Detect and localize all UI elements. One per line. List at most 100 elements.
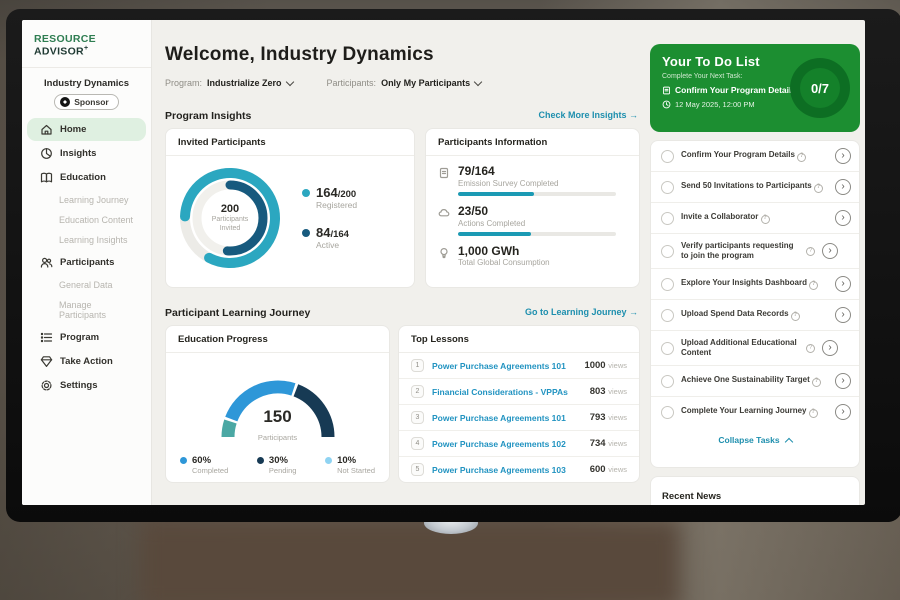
actions-completed-row: 23/50 Actions Completed — [426, 196, 639, 236]
lesson-row[interactable]: 5 Power Purchase Agreements 103 600 view… — [399, 457, 639, 482]
open-task-button[interactable]: › — [822, 340, 838, 356]
program-dropdown[interactable]: Program: Industrialize Zero — [165, 78, 293, 88]
help-icon[interactable]: ? — [806, 247, 815, 256]
participants-value: Only My Participants — [381, 78, 470, 88]
checkbox[interactable] — [661, 245, 674, 258]
legend-dot — [257, 457, 264, 464]
todo-item[interactable]: Explore Your Insights Dashboard ? › — [651, 269, 859, 300]
filter-bar: Program: Industrialize Zero Participants… — [165, 78, 481, 88]
sidebar-item-take-action[interactable]: Take Action — [27, 350, 146, 373]
sidebar-item-learning-journey[interactable]: Learning Journey — [27, 190, 146, 210]
sidebar-item-general-data[interactable]: General Data — [27, 275, 146, 295]
collapse-tasks-button[interactable]: Collapse Tasks — [651, 427, 859, 445]
sidebar-item-insights[interactable]: Insights — [27, 142, 146, 165]
lesson-row[interactable]: 4 Power Purchase Agreements 102 734 view… — [399, 431, 639, 457]
sidebar-item-program[interactable]: Program — [27, 326, 146, 349]
rank-badge: 3 — [411, 411, 424, 424]
legend-registered: 164/200 Registered — [302, 186, 357, 210]
sidebar-item-education[interactable]: Education — [27, 166, 146, 189]
legend-dot — [325, 457, 332, 464]
todo-panel: Your To Do List Complete Your Next Task:… — [650, 20, 860, 505]
education-icon — [40, 171, 53, 184]
home-icon — [40, 123, 53, 136]
legend-not-started: 10% Not Started — [325, 455, 375, 475]
program-insights-heading: Program Insights — [165, 110, 251, 122]
checkbox[interactable] — [661, 309, 674, 322]
lesson-row[interactable]: 3 Power Purchase Agreements 101 793 view… — [399, 405, 639, 431]
sidebar-item-settings[interactable]: Settings — [27, 374, 146, 397]
open-task-button[interactable]: › — [835, 373, 851, 389]
open-task-button[interactable]: › — [822, 243, 838, 259]
open-task-button[interactable]: › — [835, 307, 851, 323]
open-task-button[interactable]: › — [835, 179, 851, 195]
todo-item[interactable]: Confirm Your Program Details ? › — [651, 141, 859, 172]
todo-item[interactable]: Upload Additional Educational Content ? … — [651, 331, 859, 366]
lesson-row[interactable]: 1 Power Purchase Agreements 101 1000 vie… — [399, 353, 639, 379]
participants-dropdown[interactable]: Participants: Only My Participants — [327, 78, 482, 88]
sidebar-item-education-content[interactable]: Education Content — [27, 210, 146, 230]
card-title: Top Lessons — [399, 326, 639, 353]
help-icon[interactable]: ? — [797, 153, 806, 162]
education-progress-card: Education Progress 150 Participants 60% … — [165, 325, 390, 483]
go-to-learning-journey-link[interactable]: Go to Learning Journey → — [525, 307, 638, 317]
lesson-link[interactable]: Power Purchase Agreements 102 — [432, 439, 590, 449]
help-icon[interactable]: ? — [809, 409, 818, 418]
checkbox[interactable] — [661, 181, 674, 194]
checkbox[interactable] — [661, 342, 674, 355]
todo-progress-value: 0/7 — [811, 81, 829, 96]
gauge-center-value: 150 — [203, 407, 353, 427]
todo-item[interactable]: Verify participants requesting to join t… — [651, 234, 859, 269]
todo-item[interactable]: Complete Your Learning Journey ? › — [651, 397, 859, 427]
monitor-bezel: RESOURCE ADVISOR+ Industry Dynamics Spon… — [6, 9, 900, 522]
checkbox[interactable] — [661, 375, 674, 388]
todo-progress-ring: 0/7 — [790, 58, 850, 118]
recent-news-heading: Recent News — [662, 491, 721, 502]
open-task-button[interactable]: › — [835, 276, 851, 292]
chevron-up-icon — [784, 437, 792, 445]
recent-news-card: Recent News — [650, 476, 860, 505]
card-title: Invited Participants — [166, 129, 414, 156]
sidebar-item-home[interactable]: Home — [27, 118, 146, 141]
top-lessons-card: Top Lessons 1 Power Purchase Agreements … — [398, 325, 640, 483]
dashboard-screen: RESOURCE ADVISOR+ Industry Dynamics Spon… — [22, 20, 865, 505]
checkbox[interactable] — [661, 406, 674, 419]
card-title: Education Progress — [166, 326, 389, 353]
help-icon[interactable]: ? — [761, 215, 770, 224]
lesson-link[interactable]: Power Purchase Agreements 101 — [432, 361, 584, 371]
help-icon[interactable]: ? — [809, 281, 818, 290]
open-task-button[interactable]: › — [835, 210, 851, 226]
open-task-button[interactable]: › — [835, 148, 851, 164]
todo-item[interactable]: Invite a Collaborator ? › — [651, 203, 859, 234]
sidebar-item-learning-insights[interactable]: Learning Insights — [27, 230, 146, 250]
app-logo[interactable]: RESOURCE ADVISOR+ — [22, 20, 151, 68]
lesson-link[interactable]: Power Purchase Agreements 101 — [432, 413, 590, 423]
legend-active: 84/164 Active — [302, 226, 357, 250]
participants-label: Participants: — [327, 78, 377, 88]
insights-icon — [40, 147, 53, 160]
checkbox[interactable] — [661, 212, 674, 225]
gauge-center-label: Participants — [258, 433, 297, 442]
emission-progress-bar — [458, 192, 616, 196]
checkbox[interactable] — [661, 150, 674, 163]
open-task-button[interactable]: › — [835, 404, 851, 420]
help-icon[interactable]: ? — [806, 344, 815, 353]
lesson-link[interactable]: Financial Considerations - VPPAs — [432, 387, 590, 397]
lesson-link[interactable]: Power Purchase Agreements 103 — [432, 465, 590, 475]
sidebar-item-participants[interactable]: Participants — [27, 251, 146, 274]
todo-item[interactable]: Send 50 Invitations to Participants ? › — [651, 172, 859, 203]
logo-advisor: ADVISOR — [34, 46, 84, 58]
chevron-down-icon — [285, 77, 293, 85]
help-icon[interactable]: ? — [791, 312, 800, 321]
education-progress-gauge-chart: 150 Participants — [203, 361, 353, 447]
logo-resource: RESOURCE — [34, 33, 96, 45]
checkbox[interactable] — [661, 278, 674, 291]
actions-icon — [438, 207, 450, 219]
help-icon[interactable]: ? — [814, 184, 823, 193]
help-icon[interactable]: ? — [812, 378, 821, 387]
todo-item[interactable]: Upload Spend Data Records ? › — [651, 300, 859, 331]
todo-item[interactable]: Achieve One Sustainability Target ? › — [651, 366, 859, 397]
sidebar-item-manage-participants[interactable]: Manage Participants — [27, 295, 146, 325]
lesson-row[interactable]: 2 Financial Considerations - VPPAs 803 v… — [399, 379, 639, 405]
check-more-insights-link[interactable]: Check More Insights → — [538, 110, 638, 120]
program-value: Industrialize Zero — [207, 78, 282, 88]
